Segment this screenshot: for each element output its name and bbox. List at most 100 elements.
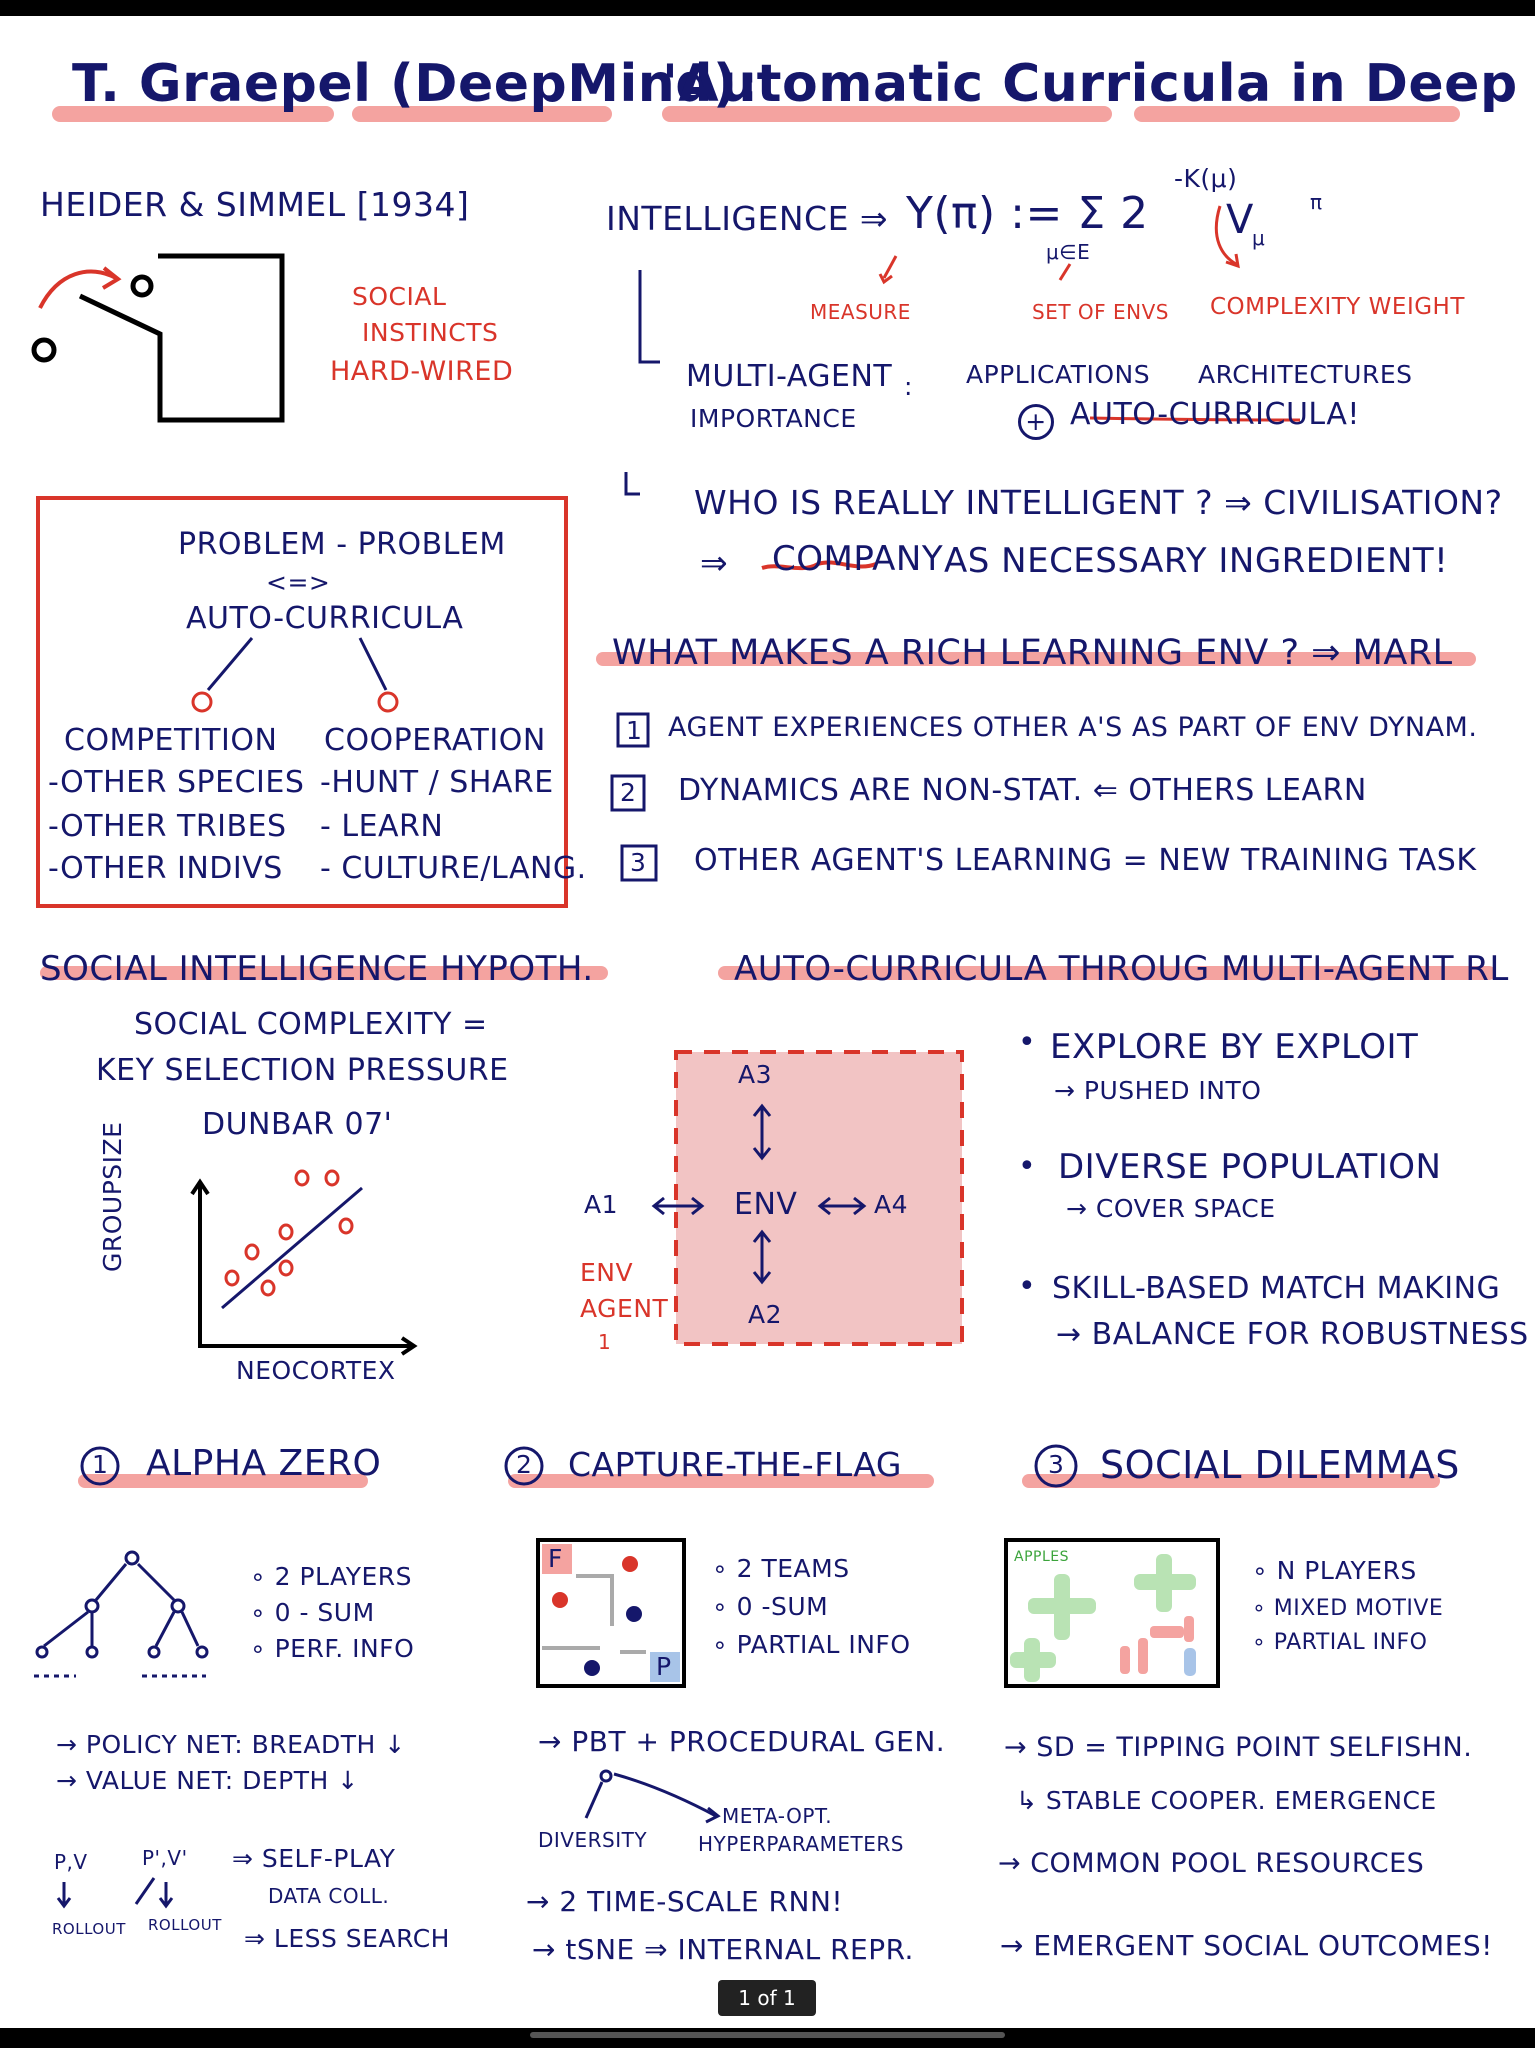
heider-note-2: INSTINCTS	[362, 318, 499, 347]
bullet-dot-2: •	[1018, 1149, 1037, 1184]
social-hyp-line-3: DUNBAR 07'	[202, 1107, 393, 1142]
competition-title: COMPETITION	[64, 723, 278, 758]
ctf-bullet-2: ∘ 0 -SUM	[712, 1592, 829, 1621]
agent-a3: A3	[738, 1060, 773, 1089]
hyperparameters-label: HYPERPARAMETERS	[698, 1832, 904, 1856]
sd-note-3: → COMMON POOL RESOURCES	[998, 1848, 1425, 1879]
agent-a1: A1	[584, 1190, 619, 1219]
heider-simmel-heading: HEIDER & SIMMEL [1934]	[40, 185, 470, 224]
sd-bullet-2: ∘ MIXED MOTIVE	[1252, 1596, 1444, 1621]
alphazero-bullet-1-text: 2 PLAYERS	[274, 1562, 413, 1591]
rollout-label-1: ROLLOUT	[52, 1920, 126, 1938]
rich-env-item-2: DYNAMICS ARE NON-STAT. ⇐ OTHERS LEARN	[678, 773, 1367, 808]
dunbar-y-label: GROUPSIZE	[98, 1121, 127, 1272]
sd-bullet-3-text: PARTIAL INFO	[1273, 1630, 1428, 1655]
pv-label-2: P',V'	[142, 1846, 188, 1870]
alphazero-bullet-1: ∘ 2 PLAYERS	[250, 1562, 413, 1591]
skill-based-matchmaking-sub: → BALANCE FOR ROBUSTNESS	[1056, 1317, 1529, 1352]
explore-exploit-sub: → PUSHED INTO	[1054, 1076, 1262, 1105]
social-hyp-line-2: KEY SELECTION PRESSURE	[96, 1053, 509, 1088]
competition-item-3: -OTHER INDIVS	[48, 851, 283, 886]
pv-label-1: P,V	[54, 1850, 88, 1874]
ctf-bullet-1-text: 2 TEAMS	[736, 1554, 850, 1583]
viewer-bottom-bar	[0, 2028, 1535, 2048]
sd-note-2: ↳ STABLE COOPER. EMERGENCE	[1016, 1786, 1437, 1815]
pbt-note: → PBT + PROCEDURAL GEN.	[538, 1725, 946, 1758]
agent-a4: A4	[874, 1190, 909, 1219]
architectures-label: ARCHITECTURES	[1198, 360, 1413, 389]
agent-a2: A2	[748, 1300, 783, 1329]
tsne-note: → tSNE ⇒ INTERNAL REPR.	[532, 1933, 914, 1966]
title-speaker: T. Graepel (DeepMind):	[72, 54, 759, 114]
env-box	[674, 1050, 964, 1346]
rich-env-heading: WHAT MAKES A RICH LEARNING ENV ? ⇒ MARL	[612, 633, 1453, 673]
heider-simmel-sketch	[31, 253, 285, 423]
social-hyp-line-1: SOCIAL COMPLEXITY =	[134, 1007, 488, 1042]
cooperation-item-3: - CULTURE/LANG.	[320, 851, 587, 886]
pbt-tree	[584, 1769, 721, 1824]
time-scale-rnn-note: → 2 TIME-SCALE RNN!	[526, 1885, 844, 1918]
env-agent-label-1: ENV	[580, 1258, 634, 1287]
competition-item-1: -OTHER SPECIES	[48, 765, 305, 800]
problem-line-2: <=>	[266, 568, 331, 597]
ctf-number: 2	[516, 1450, 533, 1479]
heider-note-3: HARD-WIRED	[330, 356, 514, 387]
auto-curricula-rl-heading: AUTO-CURRICULA THROUG MULTI-AGENT RL	[734, 949, 1509, 989]
who-intelligent-line: WHO IS REALLY INTELLIGENT ? ⇒ CIVILISATI…	[694, 483, 1503, 522]
rich-env-item-3: OTHER AGENT'S LEARNING = NEW TRAINING TA…	[694, 843, 1477, 878]
company-rest: AS NECESSARY INGREDIENT!	[944, 541, 1449, 581]
diverse-population: DIVERSE POPULATION	[1058, 1147, 1442, 1187]
social-hyp-heading: SOCIAL INTELLIGENCE HYPOTH.	[40, 949, 594, 989]
rollout-label-2: ROLLOUT	[148, 1916, 222, 1934]
ctf-bullet-1: ∘ 2 TEAMS	[712, 1554, 850, 1583]
company-arrow: ⇒	[700, 543, 729, 582]
dunbar-scatter-plot	[190, 1169, 418, 1356]
intelligence-formula: Υ(π) := Σ 2	[906, 188, 1149, 239]
meta-opt-label: META-OPT.	[722, 1804, 833, 1828]
multi-agent-label: MULTI-AGENT	[686, 359, 893, 394]
alphazero-bullet-2-text: 0 - SUM	[274, 1598, 375, 1627]
apples-label: APPLES	[1014, 1549, 1069, 1565]
env-center-label: ENV	[734, 1187, 798, 1222]
intelligence-sum-subscript: μ∈E	[1046, 240, 1091, 264]
competition-item-2: -OTHER TRIBES	[48, 809, 287, 844]
alphazero-bullet-2: ∘ 0 - SUM	[250, 1598, 375, 1627]
social-dilemmas-heading: SOCIAL DILEMMAS	[1100, 1443, 1460, 1487]
diversity-label: DIVERSITY	[538, 1828, 648, 1852]
label-set-of-envs: SET OF ENVS	[1032, 300, 1169, 324]
alphazero-bullet-3-text: PERF. INFO	[274, 1634, 415, 1663]
problem-tree	[191, 637, 399, 713]
data-collection-note: DATA COLL.	[268, 1884, 390, 1908]
ctf-flag-b: P	[656, 1652, 672, 1681]
dunbar-x-label: NEOCORTEX	[236, 1356, 396, 1385]
rich-env-num-3: 3	[630, 848, 647, 877]
plus-circle: +	[1018, 404, 1054, 440]
applications-label: APPLICATIONS	[966, 360, 1151, 389]
intelligence-value-sub: μ	[1252, 226, 1266, 250]
env-agent-label-2: AGENT	[580, 1294, 669, 1323]
ctf-flag-a: F	[548, 1544, 563, 1573]
multi-agent-colon: :	[904, 372, 913, 401]
heider-note-1: SOCIAL	[352, 282, 447, 311]
title-talk: 'Automatic Curricula in Deep MARL'	[662, 54, 1535, 114]
sd-bullet-1: ∘ N PLAYERS	[1252, 1556, 1417, 1585]
page-counter: 1 of 1	[718, 1980, 816, 2016]
problem-line-1: PROBLEM - PROBLEM	[178, 527, 506, 562]
intelligence-value-term: V	[1226, 197, 1254, 243]
rich-env-num-1: 1	[626, 716, 643, 745]
skill-based-matchmaking: SKILL-BASED MATCH MAKING	[1052, 1271, 1501, 1306]
policy-net-note: → POLICY NET: BREADTH ↓	[56, 1730, 406, 1759]
company-word: COMPANY	[772, 539, 944, 579]
problem-line-3: AUTO-CURRICULA	[186, 601, 464, 636]
importance-label: IMPORTANCE	[690, 404, 857, 433]
scroll-indicator[interactable]	[530, 2032, 1005, 2038]
sd-bullet-3: ∘ PARTIAL INFO	[1252, 1630, 1428, 1655]
intelligence-exponent: -K(μ)	[1174, 164, 1238, 193]
sd-note-4: → EMERGENT SOCIAL OUTCOMES!	[1000, 1929, 1493, 1962]
bullet-dot-1: •	[1018, 1025, 1037, 1060]
bullet-dot-3: •	[1018, 1269, 1037, 1304]
cooperation-item-1: -HUNT / SHARE	[320, 765, 554, 800]
env-agent-label-3: 1	[598, 1330, 612, 1354]
value-net-note: → VALUE NET: DEPTH ↓	[56, 1766, 359, 1795]
rich-env-item-1: AGENT EXPERIENCES OTHER A'S AS PART OF E…	[668, 712, 1478, 743]
